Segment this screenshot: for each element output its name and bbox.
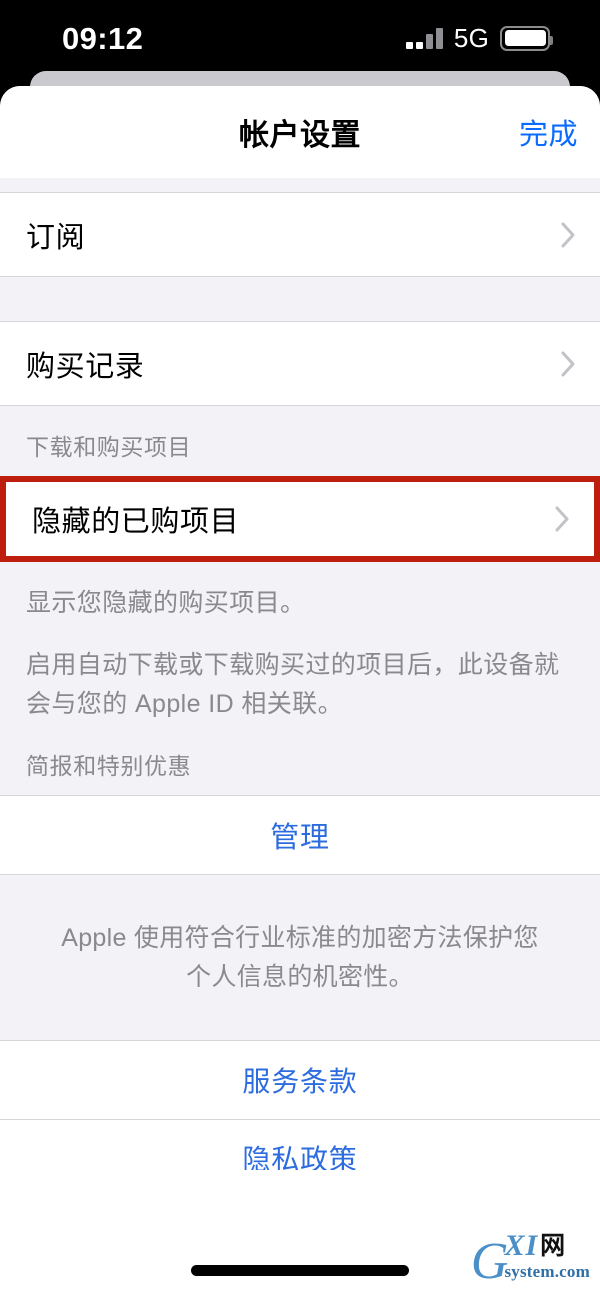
battery-icon (500, 25, 553, 51)
list-item-purchase-history[interactable]: 购买记录 (0, 322, 600, 405)
network-type-label: 5G (453, 22, 489, 53)
chevron-right-icon (560, 220, 578, 250)
chevron-right-icon (554, 504, 572, 534)
hidden-purchases-footer-line-1: 显示您隐藏的购买项目。 (0, 562, 600, 624)
done-button[interactable]: 完成 (519, 111, 578, 153)
hidden-purchases-highlight-box: 隐藏的已购项目 (0, 476, 600, 562)
purchase-history-card: 购买记录 (0, 321, 600, 406)
terms-of-service-link[interactable]: 服务条款 (0, 1040, 600, 1119)
list-item-hidden-purchases[interactable]: 隐藏的已购项目 (6, 482, 594, 556)
subscriptions-label: 订阅 (26, 221, 86, 254)
hidden-purchases-label: 隐藏的已购项目 (32, 506, 240, 538)
hidden-purchases-footer-line-2: 启用自动下载或下载购买过的项目后，此设备就会与您的 Apple ID 相关联。 (0, 623, 600, 725)
manage-label: 管理 (270, 821, 330, 854)
downloads-section-header: 下载和购买项目 (0, 406, 600, 476)
purchase-history-label: 购买记录 (26, 350, 145, 383)
home-indicator-area (0, 1170, 600, 1298)
settings-scroll-content: 订阅 购买记录 下载和购买项目 隐藏的已购项目 显示您隐藏的购买项目。 启用自动… (0, 178, 600, 1298)
account-settings-sheet: 帐户设置 完成 订阅 购买记录 下载和购买项目 隐藏的已购项目 显示您隐藏的购买… (0, 86, 600, 1298)
list-item-subscriptions[interactable]: 订阅 (0, 193, 600, 276)
spacer (0, 277, 600, 321)
status-time: 09:12 (62, 20, 144, 56)
privacy-note: Apple 使用符合行业标准的加密方法保护您个人信息的机密性。 (0, 874, 600, 1040)
iphone-screen: 09:12 5G 帐户设置 完成 订阅 购买记录 下载和购买项目 隐藏的已购项目… (0, 0, 600, 1298)
page-title: 帐户设置 (239, 119, 361, 152)
navigation-bar: 帐户设置 完成 (0, 86, 600, 178)
manage-card: 管理 (0, 794, 600, 875)
terms-of-service-label: 服务条款 (242, 1065, 358, 1097)
spacer (0, 178, 600, 192)
chevron-right-icon (560, 349, 578, 379)
manage-button[interactable]: 管理 (0, 795, 600, 874)
signal-bars-icon (405, 27, 443, 49)
status-bar: 09:12 5G (0, 0, 600, 72)
subscriptions-card: 订阅 (0, 192, 600, 277)
status-bar-right: 5G (405, 19, 553, 54)
newsletter-section-header: 简报和特别优惠 (0, 724, 600, 795)
home-indicator[interactable] (191, 1265, 409, 1276)
